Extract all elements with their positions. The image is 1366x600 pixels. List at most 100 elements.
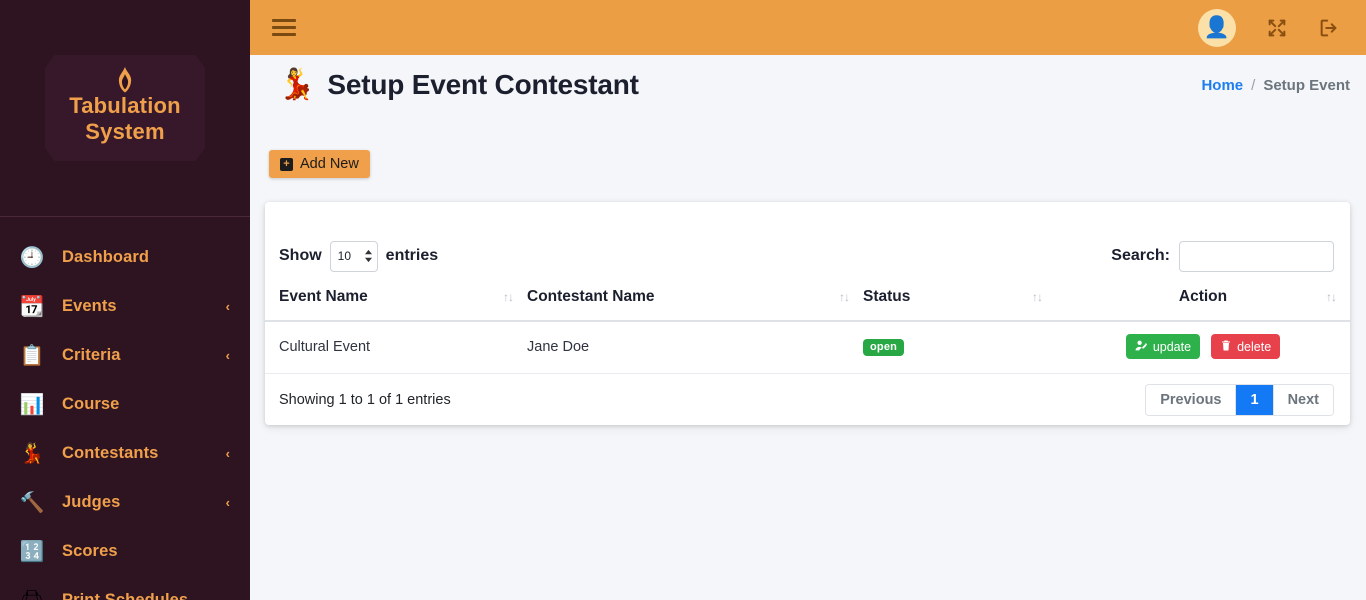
- sidebar-item-label: Dashboard: [62, 248, 150, 266]
- scorecards-icon: 🔢: [19, 541, 45, 563]
- sidebar-item-label: Judges: [62, 493, 121, 511]
- delete-button[interactable]: delete: [1211, 334, 1281, 359]
- printer-icon: 🖨: [14, 586, 50, 600]
- logo-box: Tabulation System: [45, 55, 205, 161]
- sidebar-item-judges[interactable]: 🔨 Judges ‹: [0, 478, 250, 527]
- column-label: Action: [1178, 288, 1228, 305]
- contestant-icon: 💃: [278, 68, 316, 101]
- data-table-card: Show 10 entries Search: Event Name ↑↓ Co…: [265, 202, 1350, 425]
- hamburger-icon[interactable]: [272, 17, 298, 39]
- whiteboard-abc-icon: 📊: [19, 394, 45, 416]
- pagination-page-1[interactable]: 1: [1236, 385, 1274, 415]
- sidebar-item-contestants[interactable]: 💃 Contestants ‹: [0, 429, 250, 478]
- cell-event-name: Cultural Event: [265, 321, 527, 374]
- add-new-label: Add New: [300, 156, 359, 172]
- sidebar-item-course[interactable]: 📊 Course: [0, 380, 250, 429]
- column-label: Contestant Name: [527, 288, 655, 305]
- show-label: Show: [279, 247, 322, 264]
- clipboard-icon: 📋: [19, 345, 45, 367]
- hamburger-bar: [272, 19, 296, 22]
- flame-icon: [49, 67, 201, 93]
- dashboard-gauge-icon: 🕘: [19, 247, 45, 269]
- update-label: update: [1152, 339, 1192, 354]
- calendar-icon: 📆: [19, 296, 45, 318]
- gavel-icon: 🔨: [19, 492, 45, 514]
- column-header-event-name[interactable]: Event Name ↑↓: [265, 280, 527, 322]
- hamburger-bar: [272, 26, 296, 29]
- showing-entries-info: Showing 1 to 1 of 1 entries: [279, 392, 451, 408]
- status-badge: open: [863, 338, 905, 356]
- column-label: Event Name: [279, 288, 368, 305]
- sidebar-item-events[interactable]: 📆 Events ‹: [0, 282, 250, 331]
- user-edit-icon: [1135, 339, 1148, 355]
- sort-arrows-icon: ↑↓: [503, 290, 514, 304]
- table-head: Event Name ↑↓ Contestant Name ↑↓ Status …: [265, 280, 1350, 322]
- sidebar-logo[interactable]: Tabulation System: [0, 0, 250, 217]
- column-header-contestant-name[interactable]: Contestant Name ↑↓: [527, 280, 863, 322]
- entries-select-value: 10: [337, 249, 352, 263]
- logo-title-line2: System: [85, 119, 165, 144]
- breadcrumb: Home / Setup Event: [1201, 77, 1350, 94]
- pagination-next[interactable]: Next: [1273, 385, 1333, 415]
- logout-icon[interactable]: [1318, 17, 1340, 39]
- pagination-previous[interactable]: Previous: [1146, 385, 1237, 415]
- search-input[interactable]: [1179, 240, 1334, 272]
- table-controls: Show 10 entries Search:: [265, 202, 1350, 280]
- logo-title-line1: Tabulation: [69, 93, 181, 118]
- chevron-left-icon: ‹: [225, 348, 230, 363]
- update-button[interactable]: update: [1125, 334, 1201, 359]
- cell-status: open: [863, 321, 1056, 374]
- search-control: Search:: [1111, 240, 1334, 272]
- sidebar-item-label: Scores: [62, 542, 118, 560]
- app-root: Tabulation System 🕘 Dashboard 📆 Events ‹…: [0, 0, 1366, 600]
- topbar: 👤: [250, 0, 1366, 55]
- column-header-action[interactable]: Action ↑↓: [1056, 280, 1350, 322]
- chevron-left-icon: ‹: [225, 446, 230, 461]
- pagination: Previous 1 Next: [1145, 384, 1334, 416]
- chevron-left-icon: ‹: [225, 299, 230, 314]
- sidebar-item-criteria[interactable]: 📋 Criteria ‹: [0, 331, 250, 380]
- contestants-table: Event Name ↑↓ Contestant Name ↑↓ Status …: [265, 280, 1350, 374]
- sidebar-nav: 🕘 Dashboard 📆 Events ‹ 📋 Criteria ‹ 📊 Co…: [0, 217, 250, 600]
- hamburger-bar: [272, 33, 296, 36]
- sidebar-item-dashboard[interactable]: 🕘 Dashboard: [0, 233, 250, 282]
- add-new-button[interactable]: + Add New: [269, 150, 370, 178]
- avatar-glyph: 👤: [1203, 15, 1231, 39]
- cell-contestant-name: Jane Doe: [527, 321, 863, 374]
- page-header: 💃 Setup Event Contestant Home / Setup Ev…: [250, 55, 1366, 115]
- breadcrumb-current: Setup Event: [1263, 76, 1350, 94]
- sort-arrows-icon: ↑↓: [839, 290, 850, 304]
- entries-per-page-select[interactable]: 10: [329, 240, 378, 272]
- contestant-icon: 💃: [19, 443, 45, 465]
- table-row: Cultural Event Jane Doe open update dele…: [265, 321, 1350, 374]
- page-title-group: 💃 Setup Event Contestant: [278, 50, 639, 120]
- sort-arrows-icon: ↑↓: [1326, 290, 1337, 304]
- search-label: Search:: [1111, 247, 1170, 264]
- column-header-status[interactable]: Status ↑↓: [863, 280, 1056, 322]
- avatar[interactable]: 👤: [1198, 8, 1236, 47]
- chevron-left-icon: ‹: [225, 495, 230, 510]
- trash-icon: [1220, 339, 1232, 355]
- entries-label: entries: [385, 247, 439, 264]
- sidebar-item-print-schedules[interactable]: 🖨 Print Schedules: [0, 576, 250, 600]
- table-body: Cultural Event Jane Doe open update dele…: [265, 321, 1350, 374]
- page-title: Setup Event Contestant: [327, 69, 639, 100]
- fullscreen-icon[interactable]: [1266, 17, 1288, 39]
- breadcrumb-separator: /: [1251, 76, 1256, 94]
- sidebar-item-label: Criteria: [62, 346, 121, 364]
- delete-label: delete: [1237, 339, 1272, 354]
- sort-arrows-icon: ↑↓: [1032, 290, 1043, 304]
- table-header-row: Event Name ↑↓ Contestant Name ↑↓ Status …: [265, 280, 1350, 322]
- sidebar: Tabulation System 🕘 Dashboard 📆 Events ‹…: [0, 0, 250, 600]
- sidebar-item-label: Events: [62, 297, 117, 315]
- entries-length-control: Show 10 entries: [279, 240, 439, 272]
- table-footer: Showing 1 to 1 of 1 entries Previous 1 N…: [265, 374, 1350, 416]
- sidebar-item-label: Contestants: [62, 444, 159, 462]
- sidebar-item-scores[interactable]: 🔢 Scores: [0, 527, 250, 576]
- column-label: Status: [863, 288, 911, 305]
- chevron-updown-icon: [364, 249, 373, 263]
- sidebar-item-label: Print Schedules: [62, 591, 189, 600]
- breadcrumb-home-link[interactable]: Home: [1201, 77, 1243, 94]
- plus-square-icon: +: [280, 157, 293, 171]
- cell-action: update delete: [1056, 321, 1350, 374]
